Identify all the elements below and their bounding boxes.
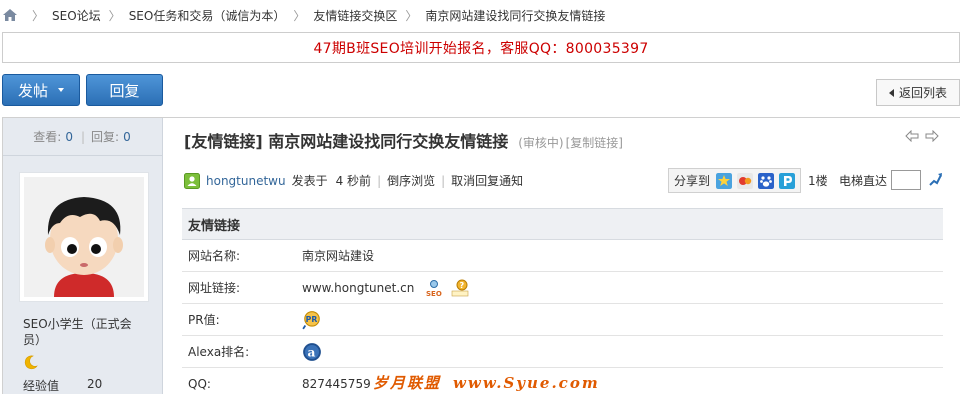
site-name-value: 南京网站建设	[302, 249, 375, 263]
post-main: [友情链接] 南京网站建设找同行交换友情链接 (审核中) [复制链接] hong…	[164, 118, 961, 394]
svg-text:?: ?	[460, 281, 465, 290]
views-count: 0	[65, 129, 73, 144]
thread-stats: 查看: 0 | 回复: 0	[3, 118, 163, 156]
chevron-down-icon	[58, 88, 64, 92]
breadcrumb-separator: 〉	[32, 8, 45, 23]
notice-text[interactable]: 47期B班SEO培训开始报名，客服QQ：800035397	[313, 38, 648, 58]
watermark-url: www.Syue.com	[453, 374, 600, 392]
cancel-notify-link[interactable]: 取消回复通知	[451, 172, 523, 189]
svg-text:a: a	[308, 345, 316, 359]
next-thread-icon[interactable]	[925, 130, 939, 142]
elevator-label: 电梯直达	[839, 174, 888, 188]
seo-query-icon[interactable]: SEO	[424, 279, 446, 297]
qq-value: 827445759	[302, 377, 371, 391]
reply-button-label: 回复	[109, 81, 140, 100]
avatar[interactable]	[19, 172, 149, 302]
reply-button[interactable]: 回复	[86, 74, 163, 106]
share-box: 分享到	[668, 168, 801, 193]
previous-thread-icon[interactable]	[905, 130, 919, 142]
breadcrumb: 〉 SEO论坛 〉 SEO任务和交易（诚信为本） 〉 友情链接交换区 〉 南京网…	[0, 0, 962, 30]
site-url-value-cell: www.hongtunet.cn SEO ?	[302, 279, 470, 297]
posted-label: 发表于	[291, 174, 328, 188]
breadcrumb-subboard[interactable]: 友情链接交换区	[313, 7, 397, 24]
post-layout: 查看: 0 | 回复: 0 SEO小学生（正式会员） 经验值 20 [友情链接]…	[2, 117, 960, 394]
post-info-bar: hongtunetwu 发表于 4 秒前 | 倒序浏览 | 取消回复通知	[184, 172, 523, 189]
table-row: Alexa排名: a	[182, 336, 943, 368]
info-divider: |	[441, 173, 446, 188]
thread-title-row: [友情链接] 南京网站建设找同行交换友情链接 (审核中) [复制链接]	[184, 128, 623, 152]
elevator-floor-input[interactable]	[891, 170, 921, 190]
alexa-icon[interactable]: a	[302, 342, 322, 362]
stats-divider: |	[80, 129, 86, 144]
go-to-floor-icon[interactable]	[928, 171, 944, 187]
moderation-status: (审核中)	[518, 136, 564, 150]
whois-query-icon[interactable]: ?	[450, 279, 470, 297]
table-title: 友情链接	[182, 208, 943, 240]
online-status-icon	[184, 172, 200, 189]
post-button-label: 发帖	[17, 81, 48, 100]
back-to-list-label: 返回列表	[898, 86, 947, 100]
watermark: 岁月联盟 www.Syue.com	[373, 372, 600, 393]
views-label: 查看:	[33, 130, 62, 144]
cartoon-boy-avatar-icon	[24, 177, 144, 297]
thread-nav	[905, 130, 939, 142]
alexa-label: Alexa排名:	[188, 345, 250, 359]
moon-rank-icon	[24, 355, 38, 370]
share-label: 分享到	[674, 174, 711, 188]
post-button[interactable]: 发帖	[2, 74, 80, 106]
pagerank-icon[interactable]: PR	[302, 310, 322, 330]
table-row: PR值: PR	[182, 304, 943, 336]
qq-label: QQ:	[188, 377, 211, 391]
pengyou-share-icon[interactable]	[779, 172, 796, 189]
breadcrumb-separator: 〉	[293, 8, 306, 23]
home-icon[interactable]	[2, 8, 18, 22]
user-group-label[interactable]: SEO小学生（正式会员）	[23, 316, 143, 348]
site-url-value[interactable]: www.hongtunet.cn	[302, 281, 414, 295]
post-time: 4 秒前	[335, 174, 372, 188]
replies-count: 0	[123, 129, 131, 144]
back-to-list-button[interactable]: 返回列表	[876, 79, 960, 106]
breadcrumb-separator: 〉	[405, 8, 418, 23]
notice-banner[interactable]: 47期B班SEO培训开始报名，客服QQ：800035397	[2, 32, 960, 63]
copy-link-button[interactable]: [复制链接]	[566, 134, 623, 151]
breadcrumb-board[interactable]: SEO任务和交易（诚信为本）	[129, 7, 286, 24]
site-name-label: 网站名称:	[188, 249, 241, 263]
breadcrumb-forum[interactable]: SEO论坛	[52, 7, 101, 24]
table-row: 网站名称: 南京网站建设	[182, 240, 943, 272]
pr-label: PR值:	[188, 313, 220, 327]
renren-share-icon[interactable]	[737, 172, 754, 189]
watermark-name: 岁月联盟	[373, 374, 442, 392]
breadcrumb-thread[interactable]: 南京网站建设找同行交换友情链接	[425, 7, 605, 24]
pr-value-cell: PR	[302, 310, 322, 330]
arrow-left-icon	[888, 88, 894, 97]
experience-value: 20	[87, 377, 103, 391]
alexa-value-cell: a	[302, 342, 322, 362]
thread-title: [友情链接] 南京网站建设找同行交换友情链接	[184, 132, 509, 151]
author-sidebar: 查看: 0 | 回复: 0 SEO小学生（正式会员） 经验值 20	[3, 118, 163, 394]
table-row: 网址链接: www.hongtunet.cn SEO ?	[182, 272, 943, 304]
link-info-table: 友情链接 网站名称: 南京网站建设 网址链接: www.hongtunet.cn…	[182, 208, 943, 394]
baidu-share-icon[interactable]	[758, 172, 775, 189]
author-link[interactable]: hongtunetwu	[206, 174, 286, 188]
site-url-label: 网址链接:	[188, 281, 241, 295]
info-divider: |	[377, 173, 382, 188]
svg-text:SEO: SEO	[426, 290, 442, 297]
reverse-order-link[interactable]: 倒序浏览	[387, 172, 435, 189]
breadcrumb-separator: 〉	[108, 8, 121, 23]
experience-label: 经验值	[23, 379, 60, 393]
qzone-share-icon[interactable]	[716, 172, 733, 189]
svg-text:PR: PR	[306, 315, 318, 324]
floor-number: 1楼	[808, 174, 828, 188]
replies-label: 回复:	[91, 130, 120, 144]
